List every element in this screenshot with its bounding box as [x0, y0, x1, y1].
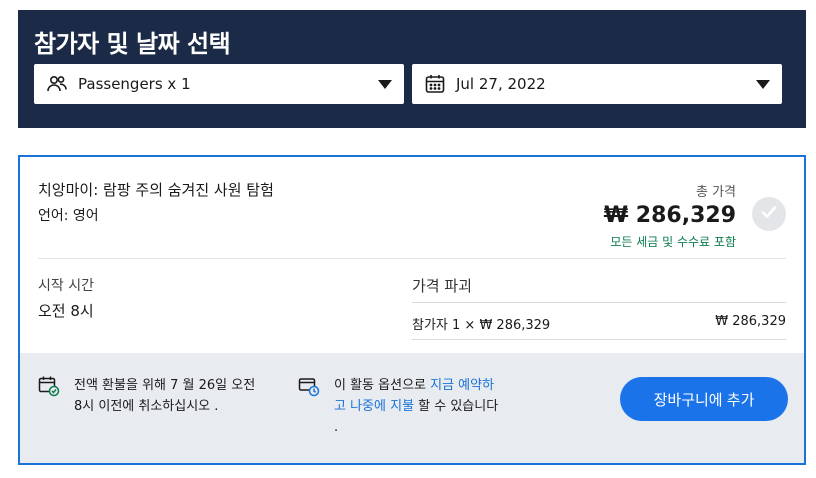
start-time-value: 오전 8시: [38, 302, 94, 320]
selection-header: 참가자 및 날짜 선택 Passengers x 1 Jul 27, 2022: [18, 10, 806, 128]
header-title: 참가자 및 날짜 선택: [34, 30, 231, 58]
pay-later-link[interactable]: 고 나중에 지불: [334, 399, 414, 414]
reserve-now-link[interactable]: 지금 예약하: [430, 378, 494, 393]
divider: [412, 339, 786, 340]
tax-note: 모든 세금 및 수수료 포함: [610, 235, 736, 249]
people-icon: [46, 73, 68, 95]
activity-language: 언어: 영어: [38, 208, 99, 224]
price-breakdown-item: 참가자 1 × ₩ 286,329: [412, 318, 551, 333]
passengers-label: Passengers x 1: [78, 75, 191, 93]
pay-later-text: 이 활동 옵션으로 지금 예약하고 나중에 지불 할 수 있습니다.: [334, 375, 534, 438]
total-price-label: 총 가격: [695, 185, 736, 200]
activity-option-card[interactable]: 치앙마이: 람팡 주의 숨겨진 사원 탐험 언어: 영어 총 가격 ₩ 286,…: [18, 155, 806, 465]
select-option-check[interactable]: [752, 197, 786, 231]
chevron-down-icon: [378, 79, 392, 89]
pay-later-suffix: 할 수 있습니다: [414, 399, 499, 414]
price-breakdown-title: 가격 파괴: [412, 277, 472, 295]
calendar-icon: [424, 73, 446, 95]
price-breakdown-amount: ₩ 286,329: [715, 314, 786, 329]
pay-later-prefix: 이 활동 옵션으로: [334, 378, 431, 393]
cancellation-line-2: 8시 이전에 취소하십시오 .: [74, 399, 219, 414]
check-icon: [760, 203, 778, 225]
card-clock-icon: [298, 375, 320, 397]
activity-title: 치앙마이: 람팡 주의 숨겨진 사원 탐험: [38, 181, 274, 199]
total-price: ₩ 286,329: [604, 203, 736, 228]
cancellation-text: 전액 환불을 위해 7 월 26일 오전 8시 이전에 취소하십시오 .: [74, 375, 284, 417]
pay-later-period: .: [334, 420, 339, 435]
date-label: Jul 27, 2022: [456, 75, 546, 93]
divider: [412, 302, 786, 303]
passengers-select[interactable]: Passengers x 1: [34, 64, 404, 104]
pay-later-info: 이 활동 옵션으로 지금 예약하고 나중에 지불 할 수 있습니다.: [298, 375, 534, 438]
currency-symbol: ₩: [603, 203, 629, 228]
chevron-down-icon: [756, 79, 770, 89]
option-footer: 전액 환불을 위해 7 월 26일 오전 8시 이전에 취소하십시오 . 이 활…: [20, 353, 804, 463]
cancellation-policy: 전액 환불을 위해 7 월 26일 오전 8시 이전에 취소하십시오 .: [38, 375, 284, 417]
date-select[interactable]: Jul 27, 2022: [412, 64, 782, 104]
cancellation-line-1: 전액 환불을 위해 7 월 26일 오전: [74, 378, 256, 393]
calendar-check-icon: [38, 375, 60, 397]
total-amount: 286,329: [635, 203, 736, 228]
add-to-cart-button[interactable]: 장바구니에 추가: [620, 377, 788, 421]
divider: [38, 258, 786, 259]
start-time-label: 시작 시간: [38, 278, 94, 294]
